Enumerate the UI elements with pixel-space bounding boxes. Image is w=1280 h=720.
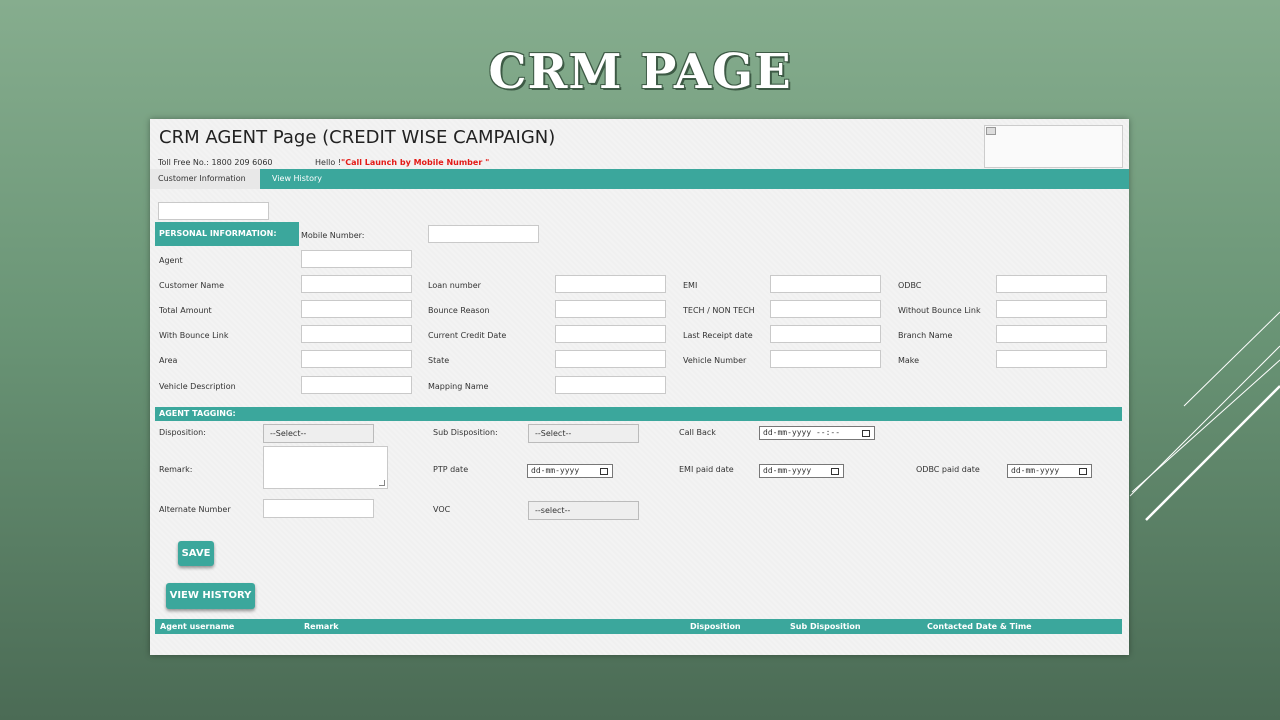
odbc-paid-date-value: dd-mm-yyyy [1011,466,1060,475]
voc-label: VOC [433,505,451,514]
resize-grip-icon[interactable] [379,480,385,486]
search-input[interactable] [158,202,269,220]
logo-image [984,125,1123,168]
crm-window: CRM AGENT Page (CREDIT WISE CAMPAIGN) To… [150,119,1129,655]
state-input[interactable] [555,350,666,368]
current-credit-date-label: Current Credit Date [428,331,507,340]
sub-disposition-label: Sub Disposition: [433,428,498,437]
calendar-icon[interactable] [862,430,870,437]
without-bounce-link-label: Without Bounce Link [898,306,981,315]
branch-name-label: Branch Name [898,331,953,340]
slide-title: CRM PAGE [488,44,792,100]
agent-label: Agent [159,256,183,265]
vehicle-number-label: Vehicle Number [683,356,747,365]
ptp-date-value: dd-mm-yyyy [531,466,580,475]
emi-input[interactable] [770,275,881,293]
remark-textarea[interactable] [263,446,388,489]
call-back-datetime-input[interactable]: dd-mm-yyyy --:-- [759,426,875,440]
voc-select[interactable]: --select-- [528,501,639,520]
personal-information-header: PERSONAL INFORMATION: [155,222,299,246]
call-back-label: Call Back [679,428,716,437]
mobile-number-label: Mobile Number: [301,231,365,240]
tab-view-history[interactable]: View History [264,169,330,189]
view-history-button[interactable]: VIEW HISTORY [166,583,255,609]
customer-name-input[interactable] [301,275,412,293]
column-remark: Remark [304,622,339,631]
ptp-date-input[interactable]: dd-mm-yyyy [527,464,613,478]
odbc-label: ODBC [898,281,922,290]
broken-image-icon [986,127,996,135]
loan-number-input[interactable] [555,275,666,293]
calendar-icon[interactable] [1079,468,1087,475]
alternate-number-label: Alternate Number [159,505,231,514]
remark-label: Remark: [159,465,193,474]
make-input[interactable] [996,350,1107,368]
sub-disposition-select[interactable]: --Select-- [528,424,639,443]
agent-tagging-header: AGENT TAGGING: [155,407,1122,421]
last-receipt-date-input[interactable] [770,325,881,343]
tech-non-tech-input[interactable] [770,300,881,318]
loan-number-label: Loan number [428,281,481,290]
hello-message: Hello !"Call Launch by Mobile Number " [315,158,489,167]
page-heading: CRM AGENT Page (CREDIT WISE CAMPAIGN) [159,127,556,148]
mapping-name-input[interactable] [555,376,666,394]
emi-paid-date-input[interactable]: dd-mm-yyyy [759,464,844,478]
column-sub-disposition: Sub Disposition [790,622,861,631]
vehicle-description-input[interactable] [301,376,412,394]
emi-paid-date-value: dd-mm-yyyy [763,466,812,475]
ptp-date-label: PTP date [433,465,469,474]
hello-value: "Call Launch by Mobile Number " [341,158,490,167]
column-agent-username: Agent username [160,622,235,631]
area-label: Area [159,356,178,365]
state-label: State [428,356,450,365]
decorative-lines [1129,311,1280,521]
call-back-value: dd-mm-yyyy --:-- [763,428,841,437]
mapping-name-label: Mapping Name [428,382,489,391]
toll-free-number: Toll Free No.: 1800 209 6060 [158,158,273,167]
disposition-label: Disposition: [159,428,206,437]
odbc-paid-date-input[interactable]: dd-mm-yyyy [1007,464,1092,478]
emi-paid-date-label: EMI paid date [679,465,734,474]
calendar-icon[interactable] [831,468,839,475]
last-receipt-date-label: Last Receipt date [683,331,753,340]
odbc-input[interactable] [996,275,1107,293]
agent-input[interactable] [301,250,412,268]
customer-name-label: Customer Name [159,281,225,290]
tech-non-tech-label: TECH / NON TECH [683,306,755,315]
column-contacted-date-time: Contacted Date & Time [927,622,1032,631]
vehicle-description-label: Vehicle Description [159,382,236,391]
current-credit-date-input[interactable] [555,325,666,343]
with-bounce-link-input[interactable] [301,325,412,343]
odbc-paid-date-label: ODBC paid date [916,465,980,474]
bounce-reason-input[interactable] [555,300,666,318]
emi-label: EMI [683,281,698,290]
disposition-select[interactable]: --Select-- [263,424,374,443]
calendar-icon[interactable] [600,468,608,475]
with-bounce-link-label: With Bounce Link [159,331,229,340]
tab-customer-information[interactable]: Customer Information [150,169,260,189]
bounce-reason-label: Bounce Reason [428,306,490,315]
without-bounce-link-input[interactable] [996,300,1107,318]
vehicle-number-input[interactable] [770,350,881,368]
column-disposition: Disposition [690,622,741,631]
mobile-number-input[interactable] [428,225,539,243]
total-amount-input[interactable] [301,300,412,318]
area-input[interactable] [301,350,412,368]
total-amount-label: Total Amount [159,306,212,315]
hello-prefix: Hello ! [315,158,342,167]
save-button[interactable]: SAVE [178,541,214,566]
make-label: Make [898,356,920,365]
branch-name-input[interactable] [996,325,1107,343]
alternate-number-input[interactable] [263,499,374,518]
